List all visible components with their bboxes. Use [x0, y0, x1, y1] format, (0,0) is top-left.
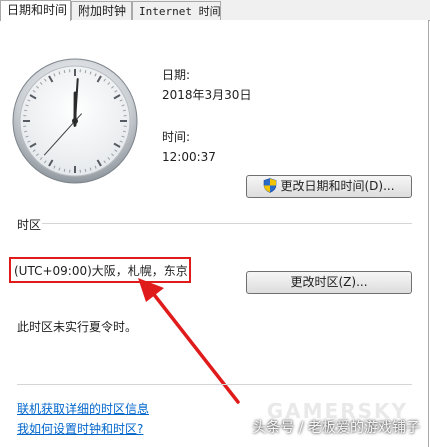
timezone-section-label: 时区	[17, 218, 42, 232]
change-date-time-button[interactable]: 更改日期和时间(D)...	[246, 175, 412, 198]
watermark-text: 头条号 / 老板爱的游戏铺子	[252, 420, 420, 436]
clock-minute-tick	[84, 168, 87, 172]
date-value: 2018年3月30日	[162, 88, 252, 102]
uac-shield-icon	[264, 178, 277, 193]
clock-minute-tick	[122, 109, 126, 112]
change-timezone-button[interactable]: 更改时区(Z)...	[246, 271, 412, 294]
annotation-arrow	[138, 278, 240, 404]
tab-additional-clocks[interactable]: 附加时钟	[71, 1, 132, 20]
clock-minute-tick	[24, 109, 28, 112]
timezone-divider	[42, 223, 412, 224]
analog-clock	[12, 58, 138, 184]
time-value: 12:00:37	[162, 150, 216, 164]
date-time-panel: 日期: 2018年3月30日 时间: 12:00:37 更改日期和时间(D)..…	[0, 20, 429, 447]
clock-minute-tick	[122, 130, 126, 133]
clock-help-link[interactable]: 我如何设置时钟和时区?	[17, 420, 143, 437]
clock-minute-tick	[84, 70, 87, 74]
tab-internet-time[interactable]: Internet 时间	[132, 1, 221, 20]
clock-center	[72, 118, 78, 124]
tab-date-time[interactable]: 日期和时间	[0, 0, 71, 21]
timezone-details-link[interactable]: 联机获取详细的时区信息	[17, 400, 149, 417]
timezone-value: (UTC+09:00)大阪，札幌，东京	[14, 264, 188, 278]
links-divider	[17, 384, 412, 385]
tab-strip: 日期和时间 附加时钟 Internet 时间	[0, 0, 430, 21]
dst-note: 此时区未实行夏令时。	[17, 320, 138, 334]
arrow-head	[138, 278, 164, 302]
change-date-time-label: 更改日期和时间(D)...	[280, 179, 395, 193]
clock-minute-tick	[63, 168, 66, 172]
time-label: 时间:	[162, 130, 191, 144]
clock-minute-tick	[24, 130, 28, 133]
date-label: 日期:	[162, 68, 191, 82]
clock-minute-tick	[63, 70, 66, 74]
